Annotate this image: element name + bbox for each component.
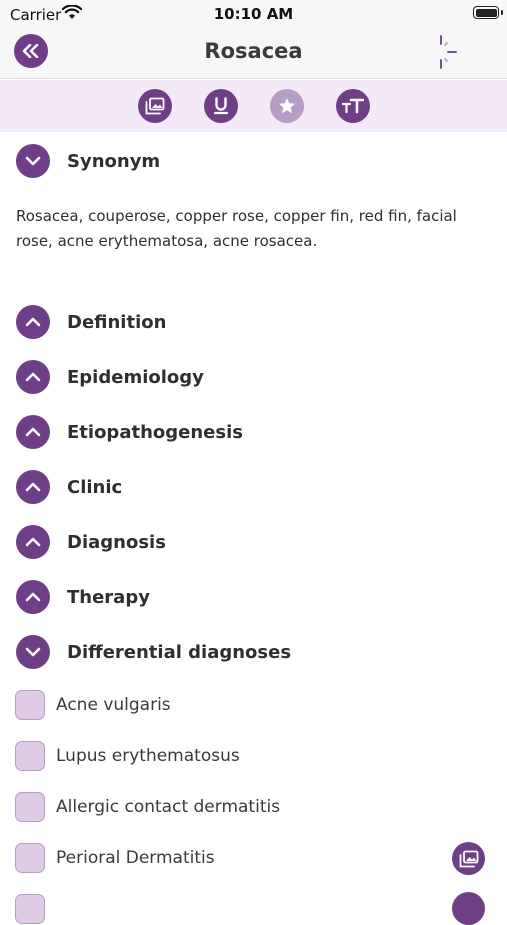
section-label: Etiopathogenesis — [67, 421, 243, 443]
list-item[interactable]: Acne vulgaris — [15, 689, 171, 721]
expand-toggle-button[interactable] — [16, 635, 50, 669]
checkbox[interactable] — [15, 792, 45, 822]
chevron-up-icon — [25, 592, 41, 602]
chevron-up-icon — [25, 482, 41, 492]
section-etiopathogenesis[interactable]: Etiopathogenesis — [16, 414, 243, 450]
section-label: Therapy — [67, 586, 150, 608]
checkbox[interactable] — [15, 843, 45, 873]
image-gallery-icon — [145, 97, 165, 115]
checkbox[interactable] — [15, 894, 45, 924]
status-bar: Carrier 10:10 AM — [0, 0, 507, 28]
chevron-down-icon — [25, 156, 41, 166]
section-label: Epidemiology — [67, 366, 204, 388]
underline-icon — [213, 97, 229, 115]
list-item-label: Lupus erythematosus — [56, 746, 240, 766]
navigation-bar: Rosacea — [0, 28, 507, 79]
expand-toggle-button[interactable] — [16, 580, 50, 614]
section-label: Differential diagnoses — [67, 641, 292, 663]
image-gallery-button[interactable] — [138, 89, 172, 123]
expand-toggle-button[interactable] — [16, 144, 50, 178]
section-clinic[interactable]: Clinic — [16, 469, 122, 505]
list-item-label: Acne vulgaris — [56, 695, 171, 715]
synonym-text: Rosacea, couperose, copper rose, copper … — [16, 207, 457, 250]
list-item-label: Allergic contact dermatitis — [56, 797, 281, 817]
text-size-button[interactable] — [336, 89, 370, 123]
chevron-up-icon — [25, 317, 41, 327]
checkbox[interactable] — [15, 741, 45, 771]
chevron-down-icon — [25, 647, 41, 657]
expand-toggle-button[interactable] — [16, 415, 50, 449]
favorite-button[interactable] — [270, 89, 304, 123]
expand-toggle-button[interactable] — [16, 525, 50, 559]
chevron-up-icon — [25, 427, 41, 437]
list-item[interactable]: Allergic contact dermatitis — [15, 791, 280, 823]
chevron-up-icon — [25, 372, 41, 382]
text-size-icon — [342, 98, 364, 114]
section-diagnosis[interactable]: Diagnosis — [16, 524, 166, 560]
section-differential-diagnoses[interactable]: Differential diagnoses — [16, 634, 291, 670]
page-title: Rosacea — [204, 39, 303, 63]
image-gallery-button[interactable] — [452, 892, 485, 925]
section-synonym[interactable]: Synonym — [16, 143, 160, 179]
chevron-up-icon — [25, 537, 41, 547]
status-time: 10:10 AM — [213, 5, 294, 23]
underline-button[interactable] — [204, 89, 238, 123]
section-label: Definition — [67, 311, 167, 333]
section-label: Clinic — [67, 476, 123, 498]
checkbox[interactable] — [15, 690, 45, 720]
battery-icon — [473, 6, 503, 19]
star-icon — [279, 98, 295, 114]
list-item[interactable]: Perioral Dermatitis — [15, 842, 215, 874]
expand-toggle-button[interactable] — [16, 470, 50, 504]
loading-spinner-icon — [434, 34, 464, 70]
image-gallery-icon — [459, 850, 478, 867]
section-definition[interactable]: Definition — [16, 304, 166, 340]
section-label: Diagnosis — [67, 531, 166, 553]
expand-toggle-button[interactable] — [16, 360, 50, 394]
image-gallery-button[interactable] — [452, 842, 485, 875]
section-epidemiology[interactable]: Epidemiology — [16, 359, 204, 395]
expand-toggle-button[interactable] — [16, 305, 50, 339]
list-item-label: Perioral Dermatitis — [56, 848, 215, 868]
list-item[interactable]: Lupus erythematosus — [15, 740, 240, 772]
section-therapy[interactable]: Therapy — [16, 579, 150, 615]
content-toolbar — [0, 80, 507, 132]
section-label: Synonym — [67, 150, 161, 172]
